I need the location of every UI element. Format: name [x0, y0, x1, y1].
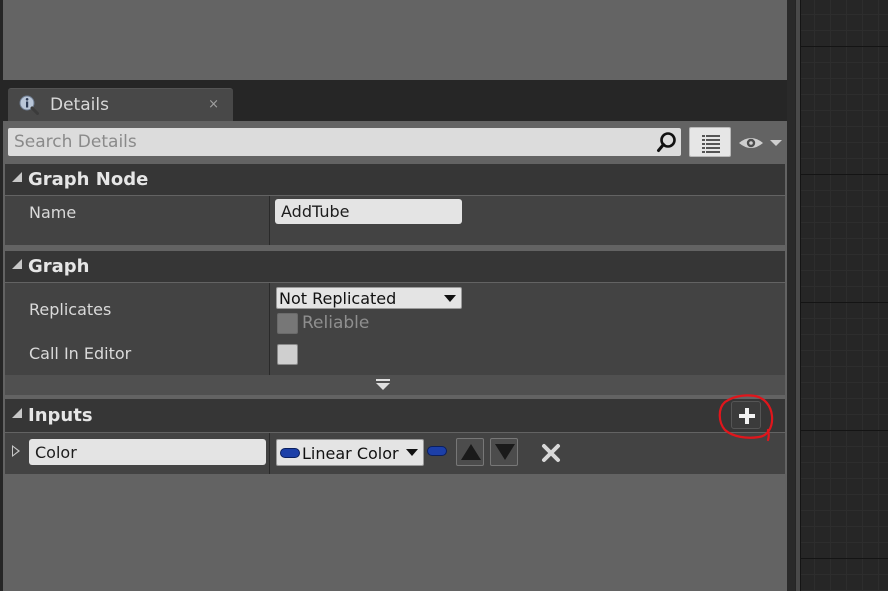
name-field[interactable] [275, 199, 462, 224]
search-box[interactable] [8, 128, 681, 156]
section-title: Graph [28, 256, 90, 277]
reliable-label: Reliable [302, 313, 370, 333]
property-label: Name [29, 203, 77, 222]
search-input[interactable] [14, 130, 644, 153]
input-row: Linear Color [5, 433, 785, 474]
tab-close-icon[interactable]: × [208, 97, 219, 112]
details-panel: Graph Node Name Graph Replicates Not Rep… [3, 121, 787, 591]
section-header-inputs[interactable]: Inputs [5, 399, 785, 432]
dropdown-value: Linear Color [302, 444, 399, 463]
chevron-down-icon [444, 295, 456, 302]
collapse-triangle-icon[interactable] [12, 172, 22, 182]
top-viewport-panel [3, 0, 787, 80]
add-input-button[interactable] [731, 401, 761, 429]
chevron-down-icon [770, 140, 782, 146]
property-rows-graph: Replicates Not Replicated Reliable Call … [5, 283, 785, 375]
reliable-checkbox[interactable] [277, 313, 298, 334]
property-label-replicates: Replicates [29, 300, 112, 319]
editor-window: Details × Search Details Graph Node Name… [0, 0, 888, 591]
property-row-name: Name [5, 196, 785, 245]
tab-details[interactable]: Details × [8, 88, 233, 121]
name-field-box[interactable] [275, 199, 462, 224]
section-header-graph-node[interactable]: Graph Node [5, 164, 785, 195]
move-down-button[interactable] [490, 438, 518, 466]
visibility-button[interactable] [737, 133, 787, 153]
input-name-field[interactable] [29, 439, 266, 465]
advanced-toggle[interactable] [5, 375, 785, 395]
list-view-icon [702, 135, 720, 153]
input-type-dropdown[interactable]: Linear Color [276, 439, 424, 466]
replicates-dropdown[interactable]: Not Replicated [276, 287, 462, 309]
chevron-down-icon [406, 449, 418, 456]
pin-container-icon[interactable] [427, 446, 447, 456]
section-title: Graph Node [28, 169, 149, 190]
dropdown-value: Not Replicated [279, 289, 397, 308]
column-splitter[interactable] [269, 433, 270, 474]
property-label-call-in-editor: Call In Editor [29, 344, 132, 363]
search-icon[interactable] [656, 131, 678, 153]
info-search-icon [19, 95, 39, 115]
plus-icon [739, 408, 755, 424]
eye-icon [739, 138, 782, 148]
view-options-button[interactable] [689, 127, 731, 157]
graph-canvas[interactable] [800, 0, 888, 591]
expand-advanced-icon [376, 379, 390, 390]
arrow-up-icon [461, 444, 481, 460]
collapse-triangle-icon[interactable] [12, 259, 22, 269]
expand-row-icon[interactable] [12, 445, 20, 457]
remove-input-icon[interactable] [541, 443, 561, 463]
arrow-down-icon [495, 444, 515, 460]
input-name-field-box[interactable] [29, 439, 266, 465]
section-title: Inputs [28, 405, 93, 426]
collapse-triangle-icon[interactable] [12, 408, 22, 418]
tab-details-label: Details [50, 95, 109, 115]
section-header-graph[interactable]: Graph [5, 251, 785, 282]
move-up-button[interactable] [456, 438, 484, 466]
column-splitter[interactable] [269, 196, 270, 245]
panel-splitter[interactable] [787, 0, 795, 591]
call-in-editor-checkbox[interactable] [277, 344, 298, 365]
column-splitter[interactable] [269, 283, 270, 375]
pin-type-icon [280, 448, 300, 458]
